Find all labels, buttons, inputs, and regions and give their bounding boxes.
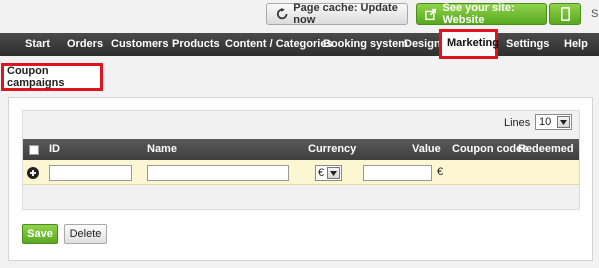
column-header-redeemed[interactable]: Redeemed bbox=[518, 139, 574, 160]
nav-settings[interactable]: Settings bbox=[506, 33, 549, 56]
save-button[interactable]: Save bbox=[22, 224, 58, 244]
nav-marketing[interactable]: Marketing bbox=[439, 29, 499, 59]
see-your-site-button[interactable]: See your site: Website bbox=[416, 2, 547, 26]
delete-button[interactable]: Delete bbox=[64, 224, 107, 244]
column-header-name[interactable]: Name bbox=[147, 139, 177, 160]
column-header-currency[interactable]: Currency bbox=[308, 139, 356, 160]
value-currency-suffix: € bbox=[437, 166, 444, 178]
nav-orders[interactable]: Orders bbox=[67, 33, 103, 56]
coupon-name-input[interactable] bbox=[147, 165, 289, 181]
select-all-checkbox[interactable] bbox=[29, 145, 39, 155]
page-title: Coupon campaigns bbox=[1, 63, 103, 91]
nav-help[interactable]: Help bbox=[564, 33, 588, 56]
chevron-down-icon bbox=[327, 167, 340, 179]
column-header-coupon-codes[interactable]: Coupon codes bbox=[452, 139, 528, 160]
refresh-icon bbox=[276, 7, 288, 20]
table-header: ID Name Currency Value Coupon codes Rede… bbox=[23, 139, 579, 160]
chevron-down-icon bbox=[557, 116, 570, 128]
external-link-icon bbox=[425, 8, 437, 20]
page-cache-update-button[interactable]: Page cache: Update now bbox=[266, 2, 408, 26]
page-cache-label: Page cache: Update now bbox=[293, 2, 398, 26]
coupon-value-input[interactable] bbox=[363, 165, 432, 181]
lines-per-page-value: 10 bbox=[539, 116, 552, 128]
coupon-id-input[interactable] bbox=[49, 165, 132, 181]
nav-design[interactable]: Design bbox=[404, 33, 441, 56]
mobile-phone-icon bbox=[560, 7, 570, 21]
main-navigation: Start Orders Customers Products Content … bbox=[0, 33, 599, 56]
nav-customers[interactable]: Customers bbox=[111, 33, 168, 56]
currency-value: € bbox=[318, 167, 325, 179]
nav-booking-system[interactable]: Booking system bbox=[323, 33, 408, 56]
lines-per-page-select[interactable]: 10 bbox=[535, 114, 572, 130]
page-title-text: Coupon campaigns bbox=[7, 65, 65, 89]
nav-start[interactable]: Start bbox=[25, 33, 50, 56]
truncated-topbar-text: S bbox=[591, 8, 599, 20]
mobile-preview-button[interactable] bbox=[549, 3, 581, 25]
see-your-site-label: See your site: Website bbox=[442, 2, 515, 26]
add-circle-icon[interactable] bbox=[27, 167, 39, 179]
nav-products[interactable]: Products bbox=[172, 33, 220, 56]
lines-label: Lines bbox=[504, 117, 531, 129]
column-header-id[interactable]: ID bbox=[49, 139, 60, 160]
column-header-value[interactable]: Value bbox=[412, 139, 441, 160]
currency-select[interactable]: € bbox=[315, 165, 342, 181]
nav-marketing-label: Marketing bbox=[447, 37, 499, 49]
nav-content-categories[interactable]: Content / Categories bbox=[225, 33, 333, 56]
new-coupon-row: € € bbox=[23, 160, 579, 185]
